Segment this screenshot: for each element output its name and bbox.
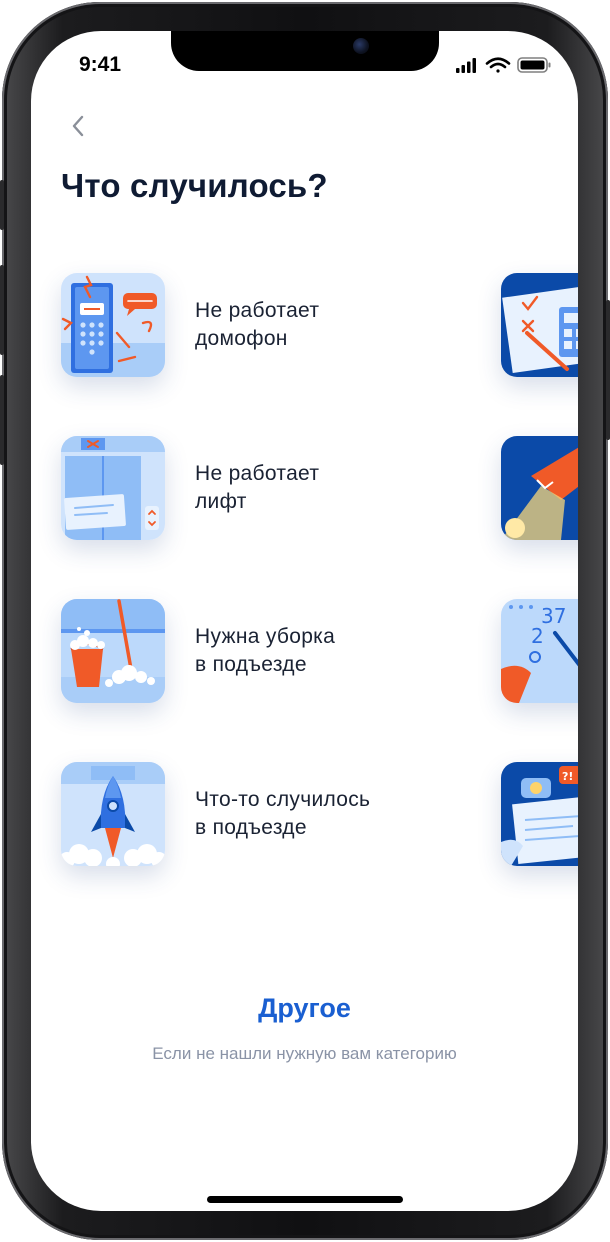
category-label: Не работает лифт bbox=[195, 462, 320, 513]
category-elevator[interactable]: Не работает лифт bbox=[61, 436, 461, 540]
category-label: Не работает домофон bbox=[195, 299, 320, 350]
category-intercom[interactable]: Не работает домофон bbox=[61, 273, 461, 377]
other-category-subtitle: Если не нашли нужную вам категорию bbox=[152, 1044, 457, 1063]
cleaning-icon bbox=[61, 599, 165, 703]
svg-text:2: 2 bbox=[531, 624, 544, 648]
complaint-icon[interactable]: ?! bbox=[501, 762, 578, 866]
home-indicator[interactable] bbox=[207, 1196, 403, 1203]
category-label: Нужна уборка в подъезде bbox=[195, 625, 336, 676]
svg-text:37: 37 bbox=[541, 604, 566, 628]
mute-switch bbox=[0, 180, 4, 230]
documents-icon[interactable] bbox=[501, 273, 578, 377]
category-label: Что-то случилось в подъезде bbox=[195, 788, 371, 839]
category-cleaning[interactable]: Нужна уборка в подъезде bbox=[61, 599, 461, 703]
app-screen: 9:41 Что случилось? Не работает домофон … bbox=[31, 31, 578, 1211]
intercom-icon bbox=[61, 273, 165, 377]
lamp-icon[interactable] bbox=[501, 436, 578, 540]
svg-text:?!: ?! bbox=[562, 770, 573, 783]
rocket-icon bbox=[61, 762, 165, 866]
volume-up-button bbox=[0, 265, 4, 355]
category-something-happened[interactable]: Что-то случилось в подъезде bbox=[61, 762, 461, 866]
volume-down-button bbox=[0, 375, 4, 465]
elevator-icon bbox=[61, 436, 165, 540]
other-category-button[interactable]: Другое bbox=[31, 993, 578, 1024]
category-list: Не работает домофон Не работает лифт Нуж… bbox=[31, 31, 578, 931]
power-button bbox=[606, 300, 610, 440]
meter-icon[interactable]: 37 2 bbox=[501, 599, 578, 703]
